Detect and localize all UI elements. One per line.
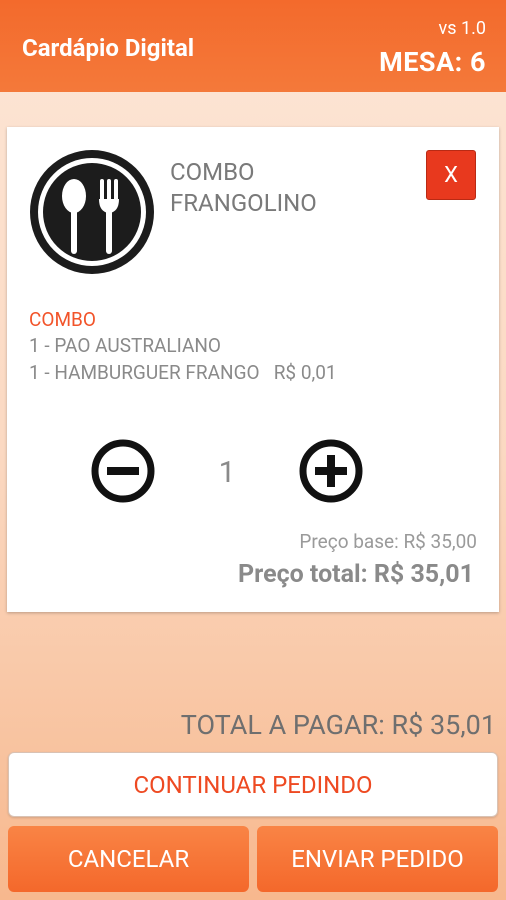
send-order-button[interactable]: ENVIAR PEDIDO [257, 826, 498, 892]
utensils-icon [30, 150, 154, 274]
app-header: Cardápio Digital vs 1.0 MESA: 6 [0, 0, 506, 92]
combo-item: 1 - PAO AUSTRALIANO [29, 334, 222, 357]
decrease-quantity-button[interactable] [91, 439, 155, 503]
total-price: Preço total: R$ 35,01 [238, 560, 474, 589]
version-label: vs 1.0 [438, 18, 486, 39]
remove-item-button[interactable]: X [426, 150, 476, 200]
item-name-line1: COMBO [170, 158, 255, 186]
quantity-value: 1 [218, 455, 236, 490]
continue-ordering-button[interactable]: CONTINUAR PEDINDO [8, 752, 498, 817]
combo-label: COMBO [29, 308, 96, 331]
combo-item: 1 - HAMBURGUER FRANGO R$ 0,01 [29, 361, 337, 384]
increase-quantity-button[interactable] [299, 439, 363, 503]
total-to-pay: TOTAL A PAGAR: R$ 35,01 [180, 709, 496, 741]
cancel-button[interactable]: CANCELAR [8, 826, 249, 892]
base-price: Preço base: R$ 35,00 [299, 530, 477, 553]
item-name: COMBO FRANGOLINO [170, 157, 390, 219]
item-name-line2: FRANGOLINO [170, 189, 317, 217]
app-title: Cardápio Digital [22, 34, 195, 62]
table-number: MESA: 6 [379, 46, 486, 78]
order-item-card: COMBO FRANGOLINO X COMBO 1 - PAO AUSTRAL… [7, 127, 499, 612]
